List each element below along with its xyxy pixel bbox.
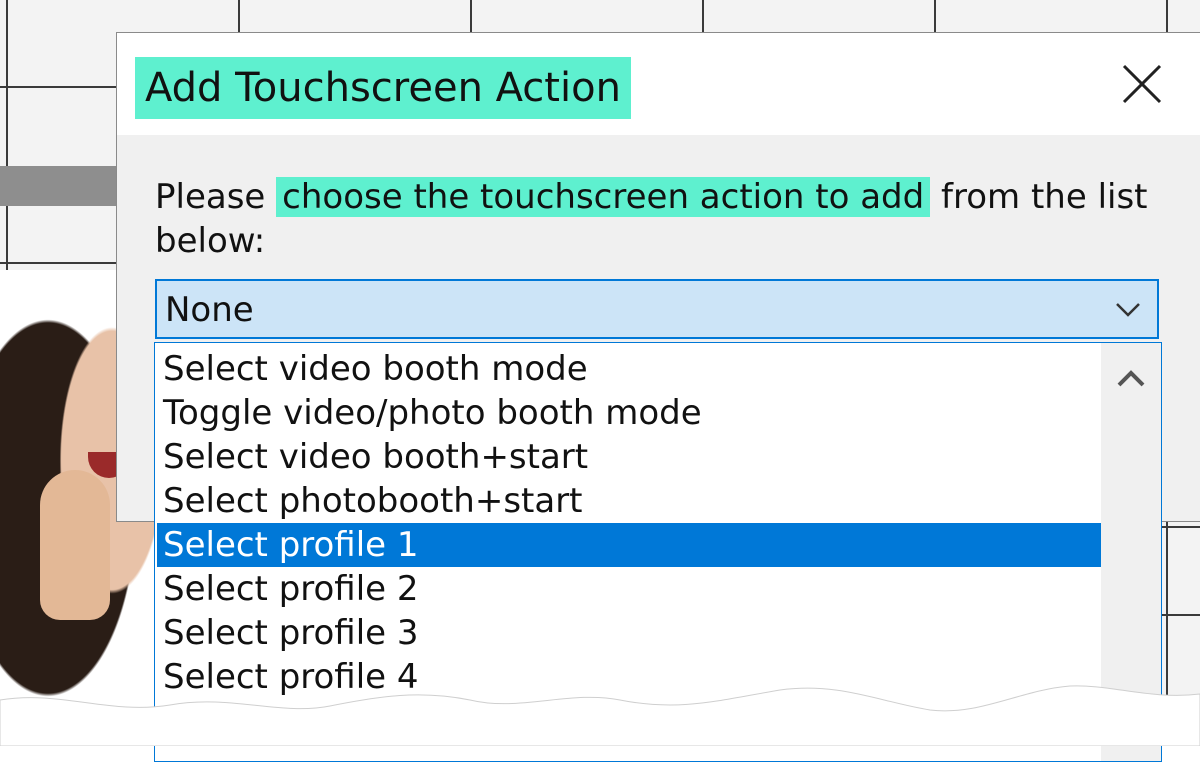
close-button[interactable] <box>1107 51 1177 117</box>
background-toolbar-strip <box>0 166 120 206</box>
close-icon <box>1122 64 1162 104</box>
list-item[interactable]: Toggle video/photo booth mode <box>157 391 1101 435</box>
action-combobox[interactable]: None <box>155 279 1159 339</box>
action-dropdown-list[interactable]: Select video booth mode Toggle video/pho… <box>154 342 1162 762</box>
dialog-title: Add Touchscreen Action <box>135 57 631 119</box>
list-item[interactable]: Select video booth+start <box>157 435 1101 479</box>
dialog-prompt: Please choose the touchscreen action to … <box>155 175 1155 263</box>
photo-hand <box>40 470 110 620</box>
list-item[interactable]: Select profile 2 <box>157 567 1101 611</box>
combobox-value: None <box>165 290 254 330</box>
prompt-text-highlight: choose the touchscreen action to add <box>276 177 931 217</box>
prompt-text-before: Please <box>155 177 266 217</box>
list-item-selected[interactable]: Select profile 1 <box>157 523 1101 567</box>
chevron-up-icon[interactable] <box>1115 367 1147 391</box>
chevron-down-icon[interactable] <box>1113 297 1143 321</box>
list-item[interactable]: Select photobooth+start <box>157 479 1101 523</box>
list-item[interactable]: Select profile 3 <box>157 611 1101 655</box>
dropdown-scrollbar[interactable] <box>1101 343 1161 761</box>
list-item[interactable]: Select profile 4 <box>157 655 1101 699</box>
list-item[interactable]: Select profile <box>157 699 1101 743</box>
dropdown-items: Select video booth mode Toggle video/pho… <box>157 347 1101 743</box>
dialog-titlebar: Add Touchscreen Action <box>117 33 1200 135</box>
list-item[interactable]: Select video booth mode <box>157 347 1101 391</box>
